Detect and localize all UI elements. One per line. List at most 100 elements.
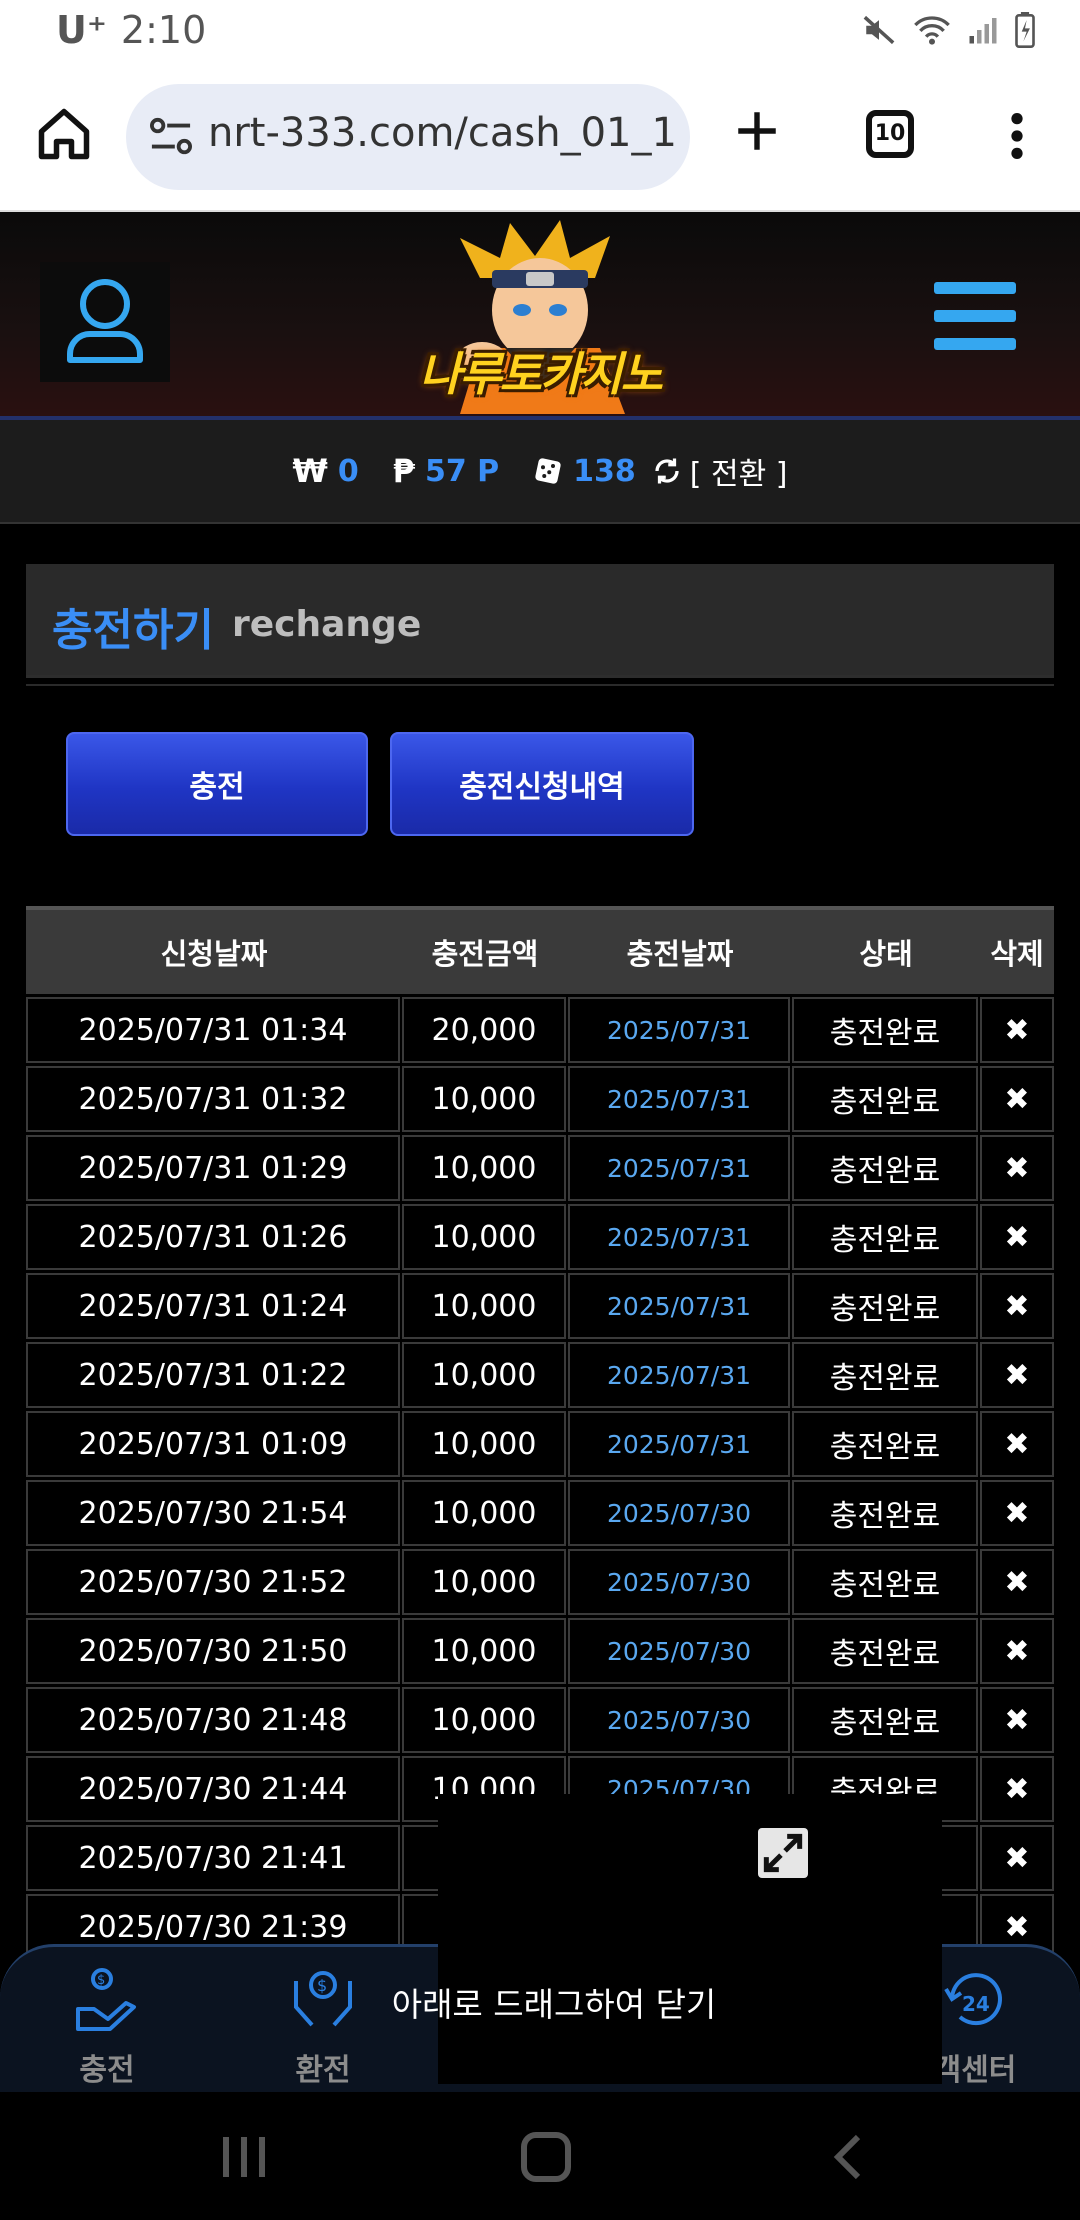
table-row: 2025/07/30 21:52 10,000 2025/07/30 충전완료 ✖ [26, 1546, 1054, 1615]
wifi-icon [914, 16, 950, 45]
status-bar: U⁺ 2:10 [0, 0, 1080, 66]
request-date-cell: 2025/07/30 21:54 [26, 1480, 400, 1546]
section-subtitle: rechange [232, 604, 422, 645]
request-date-cell: 2025/07/31 01:32 [26, 1066, 400, 1132]
browser-toolbar: nrt-333.com/cash_01_1 10 [0, 66, 1080, 212]
table-header: 신청날짜 충전금액 충전날짜 상태 삭제 [26, 906, 1054, 994]
status-cell: 충전완료 [792, 1480, 978, 1546]
address-bar[interactable]: nrt-333.com/cash_01_1 [126, 84, 690, 190]
request-date-cell: 2025/07/31 01:29 [26, 1135, 400, 1201]
status-cell: 충전완료 [792, 1687, 978, 1753]
delete-button[interactable]: ✖ [980, 997, 1054, 1063]
point-icon: ₱ [392, 452, 415, 490]
charge-button[interactable]: 충전 [66, 732, 368, 836]
convert-label: [ 전환 ] [689, 457, 788, 492]
video-overlay[interactable] [438, 1794, 942, 2084]
more-menu-icon[interactable] [1000, 110, 1034, 162]
request-date-cell: 2025/07/30 21:50 [26, 1618, 400, 1684]
cash-value: 0 [337, 453, 359, 489]
delete-button[interactable]: ✖ [980, 1273, 1054, 1339]
col-charge-date: 충전날짜 [626, 937, 734, 971]
site-header: 나루토카지노 [0, 212, 1080, 420]
delete-button[interactable]: ✖ [980, 1618, 1054, 1684]
tab-switcher-button[interactable]: 10 [866, 110, 914, 158]
delete-button[interactable]: ✖ [980, 1825, 1054, 1891]
delete-button[interactable]: ✖ [980, 1756, 1054, 1822]
table-row: 2025/07/31 01:22 10,000 2025/07/31 충전완료 ✖ [26, 1339, 1054, 1408]
battery-icon [1015, 12, 1035, 48]
amount-cell: 10,000 [402, 1342, 566, 1408]
status-cell: 충전완료 [792, 1549, 978, 1615]
expand-button[interactable] [758, 1828, 808, 1878]
nav-charge[interactable]: $ 충전 [32, 1965, 182, 2089]
table-row: 2025/07/31 01:34 20,000 2025/07/31 충전완료 ✖ [26, 994, 1054, 1063]
url-text[interactable]: nrt-333.com/cash_01_1 [208, 110, 676, 156]
col-delete: 삭제 [990, 937, 1044, 971]
amount-cell: 10,000 [402, 1135, 566, 1201]
table-row: 2025/07/30 21:48 10,000 2025/07/30 충전완료 ✖ [26, 1684, 1054, 1753]
section-header: 충전하기 rechange [26, 564, 1054, 678]
user-button[interactable] [40, 262, 170, 382]
request-date-cell: 2025/07/31 01:26 [26, 1204, 400, 1270]
delete-button[interactable]: ✖ [980, 1135, 1054, 1201]
carrier-label: U⁺ [56, 8, 107, 52]
chip-balance: 138 [533, 454, 636, 489]
point-value: 57 P [424, 453, 500, 489]
status-time: U⁺ 2:10 [56, 8, 206, 52]
charge-date-cell: 2025/07/30 [568, 1549, 790, 1615]
charge-date-cell: 2025/07/30 [568, 1480, 790, 1546]
recent-apps-icon[interactable] [214, 2132, 274, 2182]
status-cell: 충전완료 [792, 1066, 978, 1132]
site-settings-icon[interactable] [148, 116, 194, 158]
delete-button[interactable]: ✖ [980, 1549, 1054, 1615]
point-balance: ₱ 57 P [393, 452, 499, 490]
hamburger-menu-icon[interactable] [934, 282, 1016, 352]
new-tab-icon[interactable] [732, 106, 782, 156]
col-request-date: 신청날짜 [160, 937, 268, 971]
table-row: 2025/07/31 01:29 10,000 2025/07/31 충전완료 ✖ [26, 1132, 1054, 1201]
col-amount: 충전금액 [431, 937, 539, 971]
status-cell: 충전완료 [792, 1411, 978, 1477]
amount-cell: 10,000 [402, 1204, 566, 1270]
charge-date-cell: 2025/07/31 [568, 1135, 790, 1201]
user-icon [67, 279, 143, 363]
charge-date-cell: 2025/07/31 [568, 1066, 790, 1132]
delete-button[interactable]: ✖ [980, 1687, 1054, 1753]
svg-text:$: $ [317, 1976, 327, 1995]
charge-date-cell: 2025/07/30 [568, 1618, 790, 1684]
clock: 2:10 [120, 8, 207, 52]
request-date-cell: 2025/07/30 21:52 [26, 1549, 400, 1615]
convert-button[interactable]: [ 전환 ] [652, 449, 788, 493]
site-logo[interactable]: 나루토카지노 [400, 218, 680, 414]
charge-history-button[interactable]: 충전신청내역 [390, 732, 694, 836]
logo-text: 나루토카지노 [419, 347, 663, 401]
amount-cell: 10,000 [402, 1480, 566, 1546]
status-cell: 충전완료 [792, 1204, 978, 1270]
amount-cell: 10,000 [402, 1066, 566, 1132]
signal-icon [969, 18, 997, 44]
mute-icon [863, 15, 895, 45]
amount-cell: 10,000 [402, 1618, 566, 1684]
table-row: 2025/07/31 01:24 10,000 2025/07/31 충전완료 ✖ [26, 1270, 1054, 1339]
status-icons [862, 12, 1036, 48]
amount-cell: 20,000 [402, 997, 566, 1063]
support-24-icon: 24 [944, 1973, 1002, 2026]
balance-bar: ₩ 0 ₱ 57 P 138 [ 전환 ] [0, 420, 1080, 524]
charge-date-cell: 2025/07/31 [568, 997, 790, 1063]
delete-button[interactable]: ✖ [980, 1480, 1054, 1546]
system-home-icon[interactable] [516, 2132, 576, 2182]
expand-icon [763, 1833, 803, 1873]
status-cell: 충전완료 [792, 1135, 978, 1201]
charge-date-cell: 2025/07/31 [568, 1342, 790, 1408]
delete-button[interactable]: ✖ [980, 1342, 1054, 1408]
svg-text:24: 24 [962, 1992, 990, 2016]
back-icon[interactable] [818, 2132, 878, 2182]
status-cell: 충전완료 [792, 1618, 978, 1684]
section-title: 충전하기 [52, 605, 214, 656]
nav-charge-label: 충전 [79, 2053, 135, 2088]
delete-button[interactable]: ✖ [980, 1204, 1054, 1270]
divider [26, 684, 1054, 686]
delete-button[interactable]: ✖ [980, 1411, 1054, 1477]
home-icon[interactable] [34, 104, 94, 164]
delete-button[interactable]: ✖ [980, 1066, 1054, 1132]
